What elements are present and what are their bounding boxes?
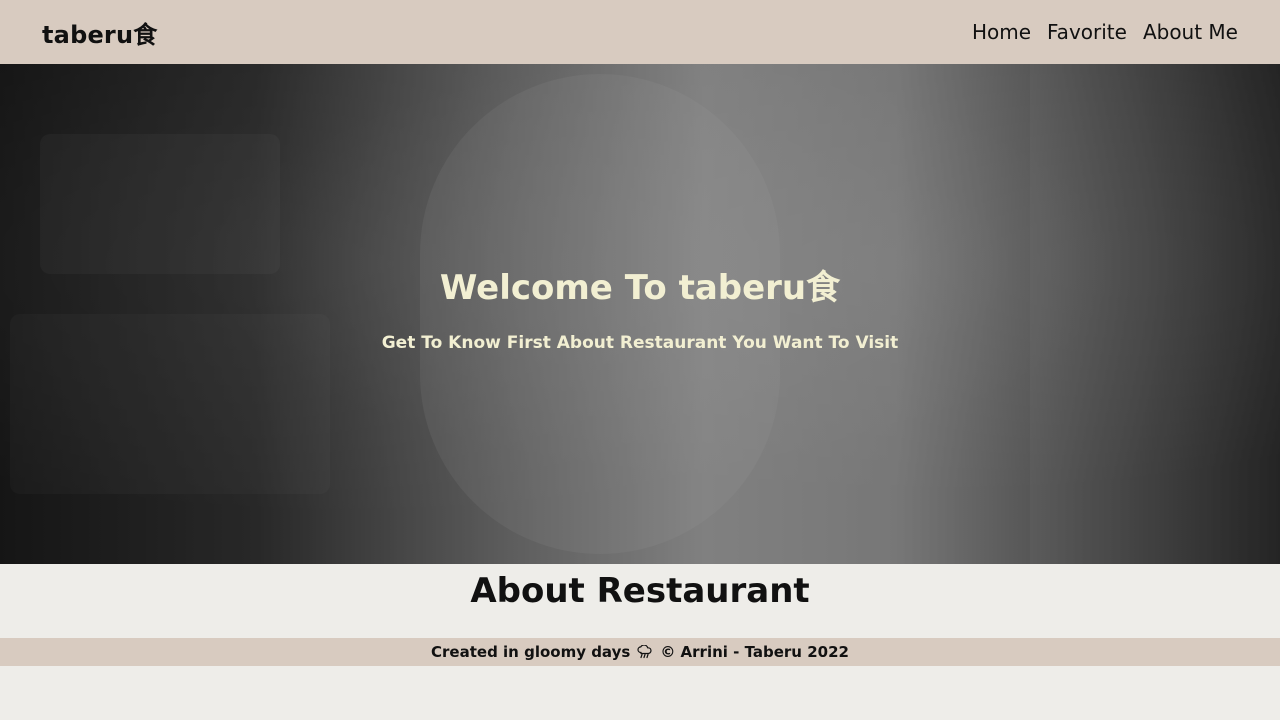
about-restaurant-title: About Restaurant <box>470 571 810 611</box>
hero-subtitle: Get To Know First About Restaurant You W… <box>381 332 899 353</box>
footer-created-text: Created in gloomy days <box>431 643 631 661</box>
hero-content: Welcome To taberu食 Get To Know First Abo… <box>0 64 1280 564</box>
nav-link-favorite[interactable]: Favorite <box>1047 20 1127 44</box>
rain-cloud-icon <box>636 644 654 659</box>
top-nav: Home Favorite About Me <box>972 20 1238 44</box>
nav-link-about-me[interactable]: About Me <box>1143 20 1238 44</box>
footer-text: Created in gloomy days © Arrini - Taberu… <box>431 643 849 661</box>
hero-title: Welcome To taberu食 <box>439 267 841 308</box>
footer-copyright-text: © Arrini - Taberu 2022 <box>660 643 849 661</box>
nav-link-home[interactable]: Home <box>972 20 1031 44</box>
hero-section: Welcome To taberu食 Get To Know First Abo… <box>0 64 1280 564</box>
main-content: About Restaurant <box>0 564 1280 638</box>
footer: Created in gloomy days © Arrini - Taberu… <box>0 638 1280 666</box>
app-header: taberu食 Home Favorite About Me <box>0 0 1280 64</box>
brand-logo[interactable]: taberu食 <box>42 15 157 50</box>
